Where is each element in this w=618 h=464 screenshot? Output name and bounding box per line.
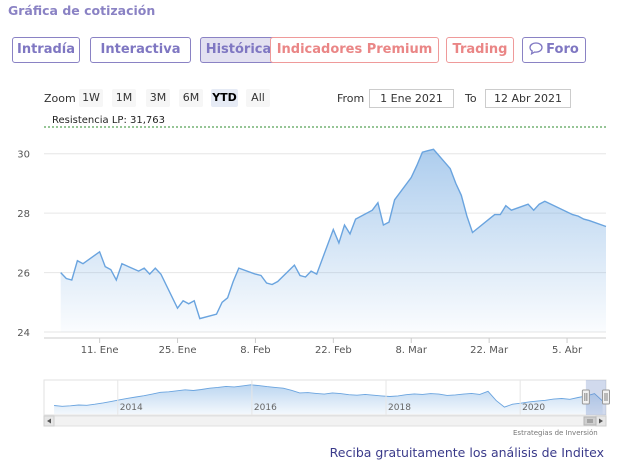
data-point xyxy=(65,277,68,280)
analysis-signup-link[interactable]: Reciba gratuitamente los análisis de Ind… xyxy=(330,445,604,460)
data-point xyxy=(571,213,574,216)
data-point xyxy=(154,267,157,270)
data-point xyxy=(348,232,351,235)
data-point xyxy=(449,167,452,170)
data-point xyxy=(493,213,496,216)
data-point xyxy=(98,250,101,253)
navigator-year-label: 2020 xyxy=(522,403,545,413)
y-tick-label: 28 xyxy=(17,209,30,220)
data-point xyxy=(465,215,468,218)
data-point xyxy=(259,274,262,277)
data-point xyxy=(115,278,118,281)
data-point xyxy=(298,274,301,277)
data-point xyxy=(310,270,313,273)
resistance-label: Resistencia LP: 31,763 xyxy=(52,115,165,126)
x-tick-label: 8. Feb xyxy=(240,345,270,356)
x-tick-label: 25. Ene xyxy=(159,345,197,356)
scrollbar-track[interactable] xyxy=(43,415,607,427)
x-tick-label: 8. Mar xyxy=(395,345,427,356)
data-point xyxy=(393,198,396,201)
data-point xyxy=(538,203,541,206)
data-point xyxy=(454,182,457,185)
data-point xyxy=(81,262,84,265)
data-point xyxy=(176,307,179,310)
data-point xyxy=(215,313,218,316)
data-point xyxy=(577,215,580,218)
data-point xyxy=(532,209,535,212)
data-point xyxy=(582,218,585,221)
data-point xyxy=(387,221,390,224)
data-point xyxy=(265,281,268,284)
data-point xyxy=(504,204,507,207)
data-point xyxy=(343,223,346,226)
data-point xyxy=(143,267,146,270)
data-point xyxy=(76,259,79,262)
data-point xyxy=(221,301,224,304)
data-point xyxy=(432,148,435,151)
data-point xyxy=(159,273,162,276)
data-point xyxy=(187,302,190,305)
data-point xyxy=(604,225,607,228)
scroll-left-icon[interactable] xyxy=(43,415,55,427)
navigator-year-label: 2014 xyxy=(120,403,143,413)
data-point xyxy=(488,218,491,221)
data-point xyxy=(415,164,418,167)
data-point xyxy=(293,264,296,267)
data-point xyxy=(198,317,201,320)
scroll-grip-icon[interactable] xyxy=(583,416,597,426)
data-point xyxy=(337,241,340,244)
x-tick-label: 5. Abr xyxy=(552,345,583,356)
data-point xyxy=(354,218,357,221)
data-point xyxy=(499,213,502,216)
data-point xyxy=(527,203,530,206)
price-chart[interactable]: 24 26 28 30 Resistencia LP: 31,763 11. Ene 25.… xyxy=(0,0,618,440)
scroll-right-icon[interactable] xyxy=(595,415,607,427)
data-point xyxy=(410,176,413,179)
data-point xyxy=(315,273,318,276)
navigator-handle-right[interactable] xyxy=(602,389,610,405)
data-point xyxy=(109,268,112,271)
data-point xyxy=(70,278,73,281)
data-point xyxy=(104,265,107,268)
data-point xyxy=(148,273,151,276)
data-point xyxy=(588,219,591,222)
y-tick-label: 30 xyxy=(17,150,30,161)
data-point xyxy=(510,209,513,212)
data-point xyxy=(120,262,123,265)
navigator-year-label: 2018 xyxy=(388,403,411,413)
data-point xyxy=(237,267,240,270)
data-point xyxy=(193,299,196,302)
x-tick-label: 22. Feb xyxy=(315,345,352,356)
data-point xyxy=(226,296,229,299)
data-point xyxy=(271,283,274,286)
data-point xyxy=(471,231,474,234)
data-point xyxy=(59,271,62,274)
data-point xyxy=(371,209,374,212)
data-point xyxy=(376,201,379,204)
x-tick-label: 22. Mar xyxy=(470,345,509,356)
navigator-year-label: 2016 xyxy=(254,403,277,413)
data-point xyxy=(276,280,279,283)
data-point xyxy=(460,194,463,197)
data-point xyxy=(421,151,424,154)
data-point xyxy=(254,273,257,276)
price-area xyxy=(60,149,606,332)
data-point xyxy=(232,280,235,283)
data-point xyxy=(304,275,307,278)
data-point xyxy=(332,228,335,231)
chart-credits: Estrategias de Inversión xyxy=(513,429,598,437)
data-point xyxy=(543,200,546,203)
y-tick-label: 26 xyxy=(17,269,30,280)
data-point xyxy=(182,299,185,302)
y-tick-label: 24 xyxy=(17,328,30,339)
navigator-handle-left[interactable] xyxy=(581,389,590,405)
x-tick-label: 11. Ene xyxy=(81,345,119,356)
data-point xyxy=(382,223,385,226)
data-point xyxy=(137,270,140,273)
data-point xyxy=(426,149,429,152)
